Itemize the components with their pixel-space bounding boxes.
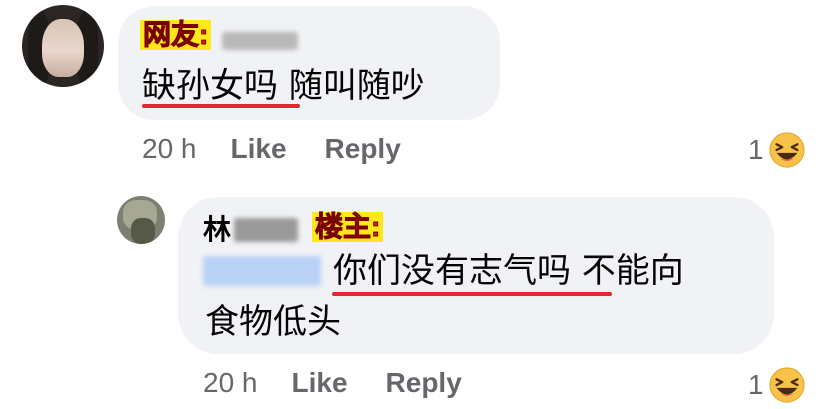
replier-avatar[interactable]: [117, 196, 165, 244]
laughing-emoji-icon: [769, 132, 805, 168]
reaction-count: 1: [748, 369, 764, 400]
comment-text: 缺孙女吗 随叫随吵: [142, 66, 425, 106]
role-badge-poster: 楼主:: [312, 211, 384, 242]
reaction-summary[interactable]: 1: [748, 131, 806, 169]
comment-timestamp[interactable]: 20 h: [142, 133, 197, 165]
blurred-username[interactable]: [222, 32, 298, 50]
blurred-mention[interactable]: [203, 256, 321, 286]
reply-button[interactable]: Reply: [325, 133, 401, 165]
reply-text-line1: 你们没有志气吗 不能向: [333, 251, 684, 291]
role-badge-netizen: 网友:: [140, 19, 212, 50]
blurred-username[interactable]: [234, 218, 298, 242]
avatar-blur-2: [131, 218, 155, 244]
like-button[interactable]: Like: [292, 367, 348, 399]
comment-meta-row: 20 h Like Reply: [142, 133, 401, 165]
reply-button[interactable]: Reply: [386, 367, 462, 399]
highlight-underline: [142, 104, 300, 108]
like-button[interactable]: Like: [231, 133, 287, 165]
reply-meta-row: 20 h Like Reply: [203, 367, 462, 399]
reply-text-line2: 食物低头: [205, 302, 341, 342]
laughing-emoji-icon: [769, 367, 805, 403]
reply-timestamp[interactable]: 20 h: [203, 367, 258, 399]
avatar-face-blurred: [42, 19, 84, 77]
replier-name[interactable]: 林: [203, 215, 231, 245]
reaction-count: 1: [748, 134, 764, 165]
highlight-underline: [332, 292, 612, 296]
reaction-summary[interactable]: 1: [748, 366, 806, 404]
commenter-avatar[interactable]: [22, 5, 104, 87]
